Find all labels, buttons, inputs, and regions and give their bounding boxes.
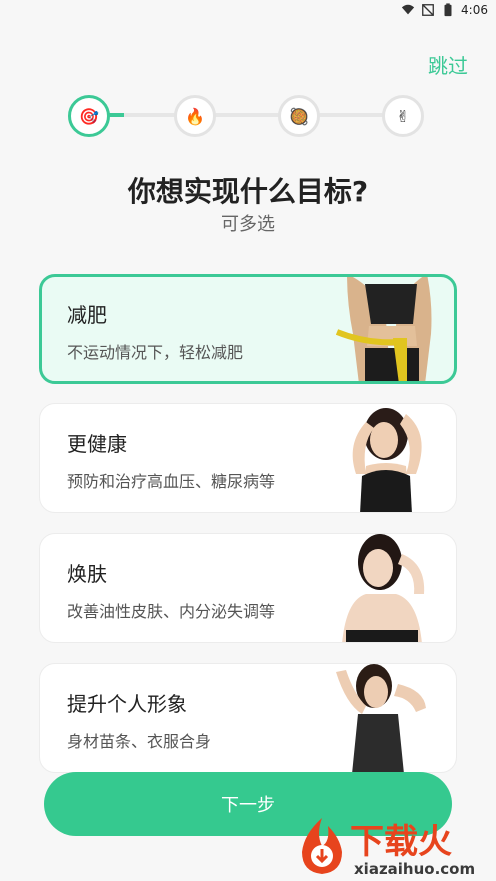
status-icons: 4:06 (401, 3, 488, 17)
status-bar: 4:06 (0, 0, 496, 22)
goal-desc: 不运动情况下，轻松减肥 (67, 343, 244, 362)
goal-title: 焕肤 (67, 562, 107, 586)
goal-title: 提升个人形象 (67, 692, 187, 716)
goal-card-skin[interactable]: 焕肤 改善油性皮肤、内分泌失调等 (39, 533, 457, 643)
skip-button[interactable]: 跳过 (428, 50, 468, 79)
goal-title: 减肥 (67, 303, 107, 327)
step-diet: 🥘 (278, 95, 320, 137)
step-line (316, 113, 384, 117)
flame-icon: 🔥 (185, 106, 205, 126)
step-goal: 🎯 (68, 95, 110, 137)
progress-stepper: 🎯 🔥 🥘 ✌ (68, 95, 424, 137)
goal-desc: 身材苗条、衣服合身 (67, 732, 212, 751)
step-done: ✌ (382, 95, 424, 137)
watermark-text-en: xiazaihuo.com (354, 860, 476, 878)
target-icon: 🎯 (79, 106, 99, 126)
pizza-icon: 🥘 (289, 106, 309, 126)
goal-desc: 改善油性皮肤、内分泌失调等 (67, 602, 276, 621)
flame-logo-icon (302, 818, 342, 874)
goal-title: 更健康 (67, 432, 127, 456)
status-time: 4:06 (461, 3, 488, 17)
goal-card-lose-weight[interactable]: 减肥 不运动情况下，轻松减肥 (39, 274, 457, 384)
watermark-text-cn: 下载火 (350, 822, 452, 862)
goal-card-healthier[interactable]: 更健康 预防和治疗高血压、糖尿病等 (39, 403, 457, 513)
wifi-icon (401, 4, 415, 15)
goal-photo-waist (335, 277, 432, 381)
goal-photo-skin (342, 534, 425, 642)
watermark-logo: 下载火 xiazaihuo.com (292, 812, 496, 881)
goal-desc: 预防和治疗高血压、糖尿病等 (67, 472, 276, 491)
battery-icon (444, 3, 452, 17)
page-subtitle: 可多选 (221, 214, 275, 235)
step-line (124, 113, 176, 117)
no-signal-icon (422, 4, 434, 16)
goal-photo-stretch (352, 408, 422, 512)
step-line (212, 113, 280, 117)
victory-hand-icon: ✌ (396, 106, 410, 126)
goal-card-image[interactable]: 提升个人形象 身材苗条、衣服合身 (39, 663, 457, 773)
goal-photo-posture (336, 664, 426, 772)
step-calories: 🔥 (174, 95, 216, 137)
page-title: 你想实现什么目标? (127, 175, 369, 208)
